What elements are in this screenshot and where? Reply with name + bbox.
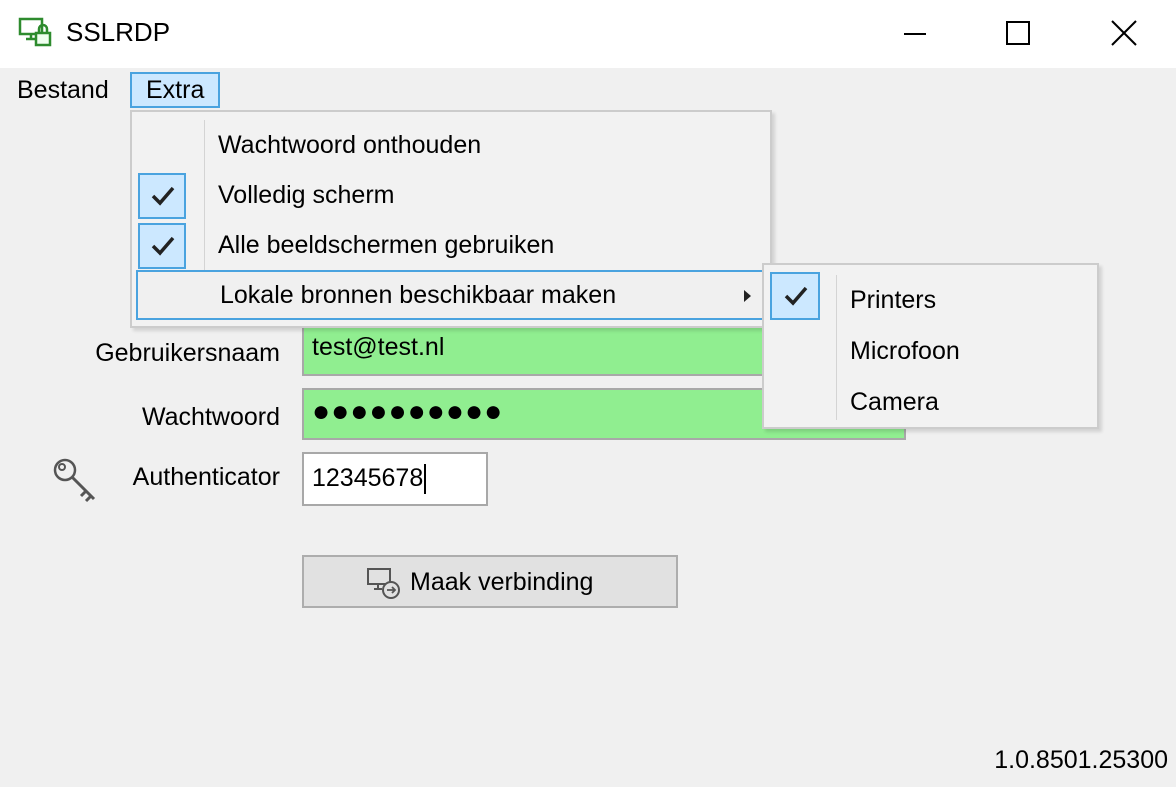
menu-item-label: Alle beeldschermen gebruiken: [218, 231, 555, 259]
local-resources-submenu: Printers Microfoon Camera: [762, 263, 1099, 429]
menu-item-all-monitors[interactable]: Alle beeldschermen gebruiken: [136, 220, 766, 270]
submenu-item-label: Printers: [850, 286, 937, 314]
submenu-arrow-icon: [744, 290, 751, 302]
submenu-item-microfoon[interactable]: Microfoon: [768, 320, 1094, 370]
submenu-item-label: Camera: [850, 388, 939, 416]
checkmark-box: [770, 272, 820, 320]
connect-button[interactable]: Maak verbinding: [302, 555, 678, 608]
username-label: Gebruikersnaam: [95, 339, 280, 367]
submenu-item-label: Microfoon: [850, 337, 960, 365]
key-icon: [53, 458, 96, 503]
menu-extra[interactable]: Extra: [130, 72, 221, 108]
menu-item-label: Lokale bronnen beschikbaar maken: [220, 281, 617, 309]
monitor-lock-icon: [18, 17, 52, 47]
extra-dropdown-menu: Wachtwoord onthouden Volledig scherm All…: [130, 110, 772, 328]
checkmark-box: [138, 173, 186, 219]
menu-item-local-resources[interactable]: Lokale bronnen beschikbaar maken: [136, 270, 766, 320]
authenticator-field[interactable]: 12345678: [302, 452, 488, 506]
title-bar[interactable]: SSLRDP: [0, 0, 1176, 68]
close-icon: [1111, 20, 1137, 46]
submenu-item-camera[interactable]: Camera: [768, 371, 1094, 421]
password-label: Wachtwoord: [141, 403, 280, 431]
checkmark-icon: [151, 236, 175, 256]
checkmark-box: [138, 223, 186, 269]
menu-bestand[interactable]: Bestand: [6, 72, 120, 108]
minimize-icon: [904, 33, 926, 35]
menu-item-fullscreen[interactable]: Volledig scherm: [136, 170, 766, 220]
monitor-connect-icon: [367, 568, 400, 599]
version-label: 1.0.8501.25300: [994, 746, 1168, 774]
connect-button-label: Maak verbinding: [410, 568, 594, 596]
window-title: SSLRDP: [66, 17, 171, 47]
menu-item-remember-password[interactable]: Wachtwoord onthouden: [136, 120, 766, 170]
authenticator-label: Authenticator: [132, 463, 280, 491]
submenu-item-printers[interactable]: Printers: [768, 269, 1094, 320]
maximize-button[interactable]: [968, 0, 1068, 68]
close-button[interactable]: [1074, 0, 1174, 68]
checkmark-icon: [784, 286, 808, 306]
menu-item-label: Volledig scherm: [218, 181, 395, 209]
text-cursor: [424, 464, 427, 495]
menu-item-label: Wachtwoord onthouden: [218, 131, 482, 159]
checkmark-icon: [151, 186, 175, 206]
menu-bar: Bestand Extra: [0, 68, 1176, 112]
minimize-button[interactable]: [866, 0, 966, 68]
authenticator-value: 12345678: [312, 464, 424, 492]
maximize-icon: [1006, 21, 1030, 45]
